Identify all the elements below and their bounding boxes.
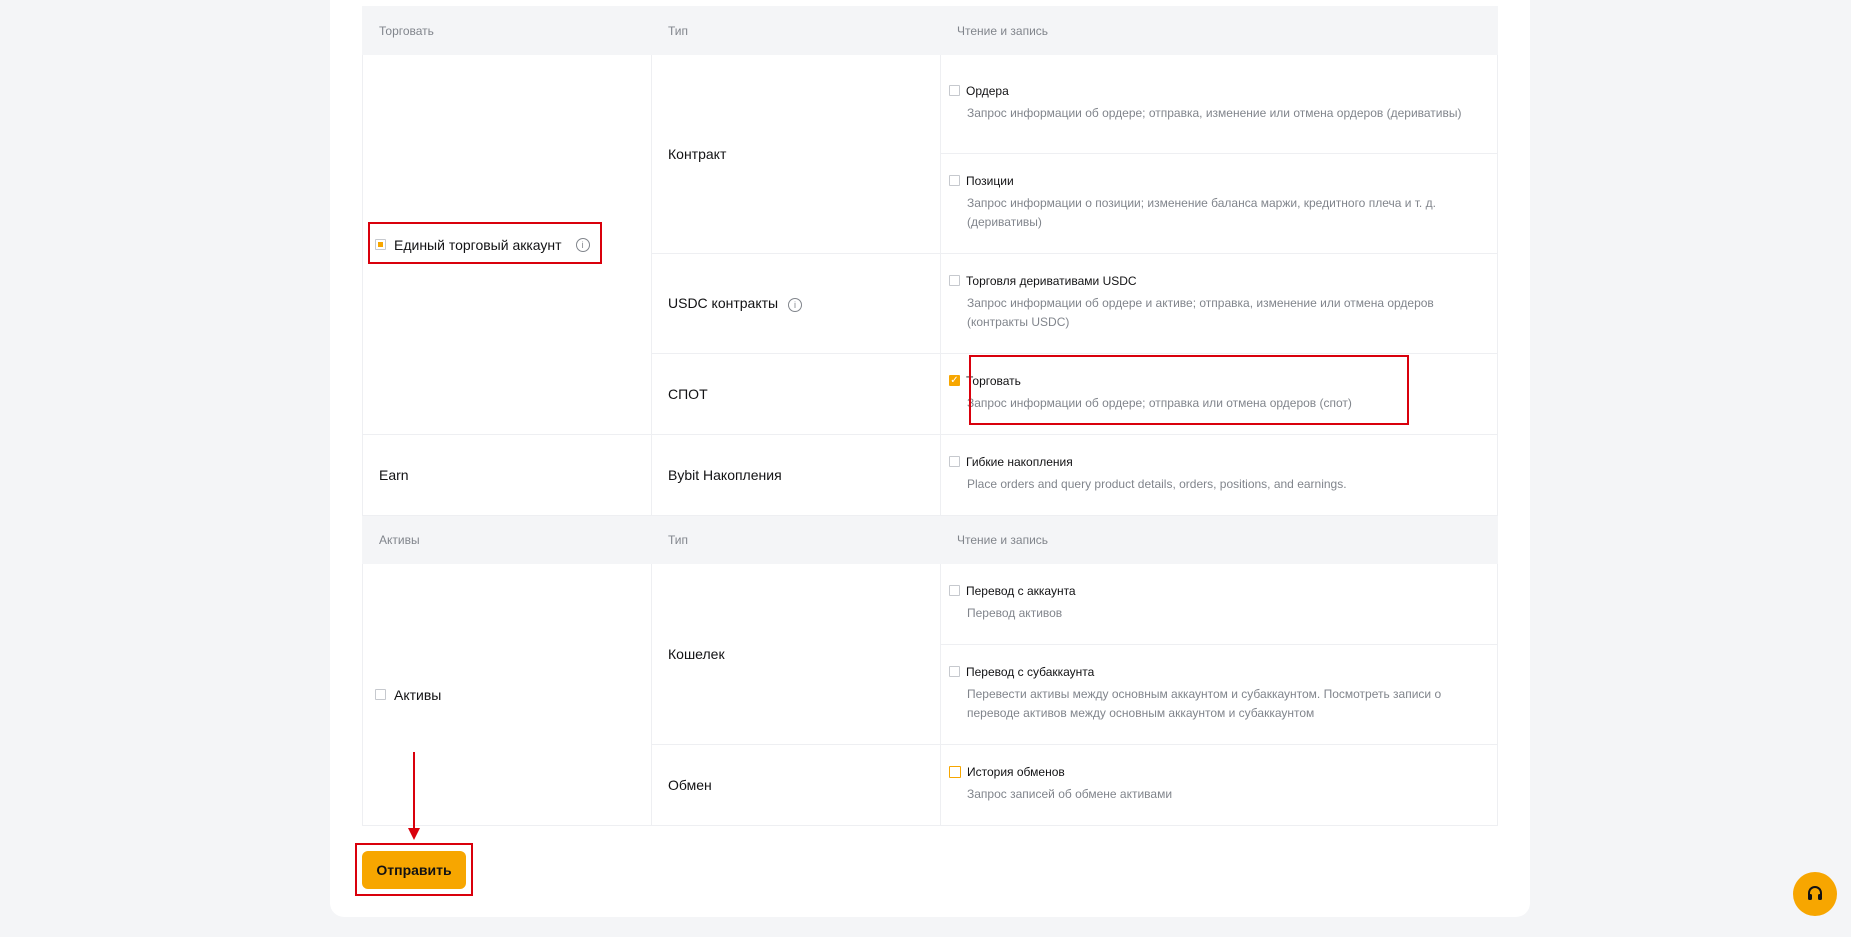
check-icon: ✓ (950, 375, 959, 386)
headset-icon (1808, 886, 1822, 900)
annotation-arrow-head (408, 828, 420, 840)
annotation-box-unified-account (368, 222, 602, 264)
subaccount-transfer-desc: Перевести активы между основным аккаунто… (967, 686, 1442, 720)
assets-checkbox[interactable] (375, 689, 386, 700)
usdc-trade-desc: Запрос информации об ордере и активе; от… (967, 295, 1434, 329)
type-contract: Контракт (651, 54, 941, 254)
orders-desc: Запрос информации об ордере; отправка, и… (967, 105, 1462, 120)
permission-orders: Ордера Запрос информации об ордере; отпр… (940, 54, 1498, 154)
type-exchange: Обмен (651, 744, 941, 826)
header-type: Тип (651, 515, 941, 564)
positions-desc: Запрос информации о позиции; изменение б… (967, 195, 1436, 229)
permission-flexible-savings: Гибкие накопления Place orders and query… (940, 434, 1498, 516)
permission-positions: Позиции Запрос информации о позиции; изм… (940, 153, 1498, 254)
usdc-trade-checkbox[interactable] (949, 275, 960, 286)
type-wallet: Кошелек (651, 563, 941, 745)
subaccount-transfer-checkbox[interactable] (949, 666, 960, 677)
header-assets: Активы (362, 515, 652, 564)
subaccount-transfer-title: Перевод с субаккаунта (966, 664, 1095, 679)
orders-checkbox[interactable] (949, 85, 960, 96)
permission-exchange-history: История обменов Запрос записей об обмене… (940, 744, 1498, 826)
positions-title: Позиции (966, 173, 1014, 188)
type-bybit-savings: Bybit Накопления (651, 434, 941, 516)
positions-checkbox[interactable] (949, 175, 960, 186)
account-transfer-title: Перевод с аккаунта (966, 583, 1076, 598)
usdc-type-label: USDC контракты (668, 295, 779, 311)
header-read-write: Чтение и запись (940, 515, 1498, 564)
permission-subaccount-transfer: Перевод с субаккаунта Перевести активы м… (940, 644, 1498, 745)
orders-title: Ордера (966, 83, 1009, 98)
table-row: Единый торговый аккаунт i Контракт Ордер… (362, 54, 1498, 435)
permission-account-transfer: Перевод с аккаунта Перевод активов (940, 563, 1498, 645)
table-header-row: Активы Тип Чтение и запись (362, 515, 1498, 564)
spot-trade-checkbox[interactable]: ✓ (949, 375, 960, 386)
permission-usdc-trade: Торговля деривативами USDC Запрос информ… (940, 253, 1498, 354)
account-transfer-checkbox[interactable] (949, 585, 960, 596)
exchange-history-title: История обменов (967, 764, 1065, 779)
header-type: Тип (651, 6, 941, 55)
type-spot: СПОТ (651, 353, 941, 435)
header-read-write: Чтение и запись (940, 6, 1498, 55)
support-chat-button[interactable] (1793, 872, 1837, 916)
flexible-savings-desc: Place orders and query product details, … (967, 476, 1347, 491)
annotation-box-spot-trade (969, 355, 1409, 425)
annotation-arrow (413, 752, 415, 832)
info-icon[interactable]: i (788, 298, 802, 312)
table-row: Earn Bybit Накопления Гибкие накопления … (362, 434, 1498, 516)
assets-label: Активы (394, 686, 442, 703)
group-earn: Earn (362, 434, 652, 516)
exchange-history-checkbox[interactable] (949, 765, 961, 778)
group-assets: Активы (362, 563, 652, 826)
account-transfer-desc: Перевод активов (967, 605, 1063, 620)
table-row: Активы Кошелек Перевод с аккаунта Перево… (362, 563, 1498, 826)
flexible-savings-checkbox[interactable] (949, 456, 960, 467)
annotation-box-submit (355, 843, 473, 896)
header-trade: Торговать (362, 6, 652, 55)
table-header-row: Торговать Тип Чтение и запись (362, 6, 1498, 55)
flexible-savings-title: Гибкие накопления (966, 454, 1073, 469)
usdc-trade-title: Торговля деривативами USDC (966, 273, 1137, 288)
exchange-history-desc: Запрос записей об обмене активами (967, 786, 1173, 801)
type-usdc: USDC контракты i (651, 253, 941, 354)
